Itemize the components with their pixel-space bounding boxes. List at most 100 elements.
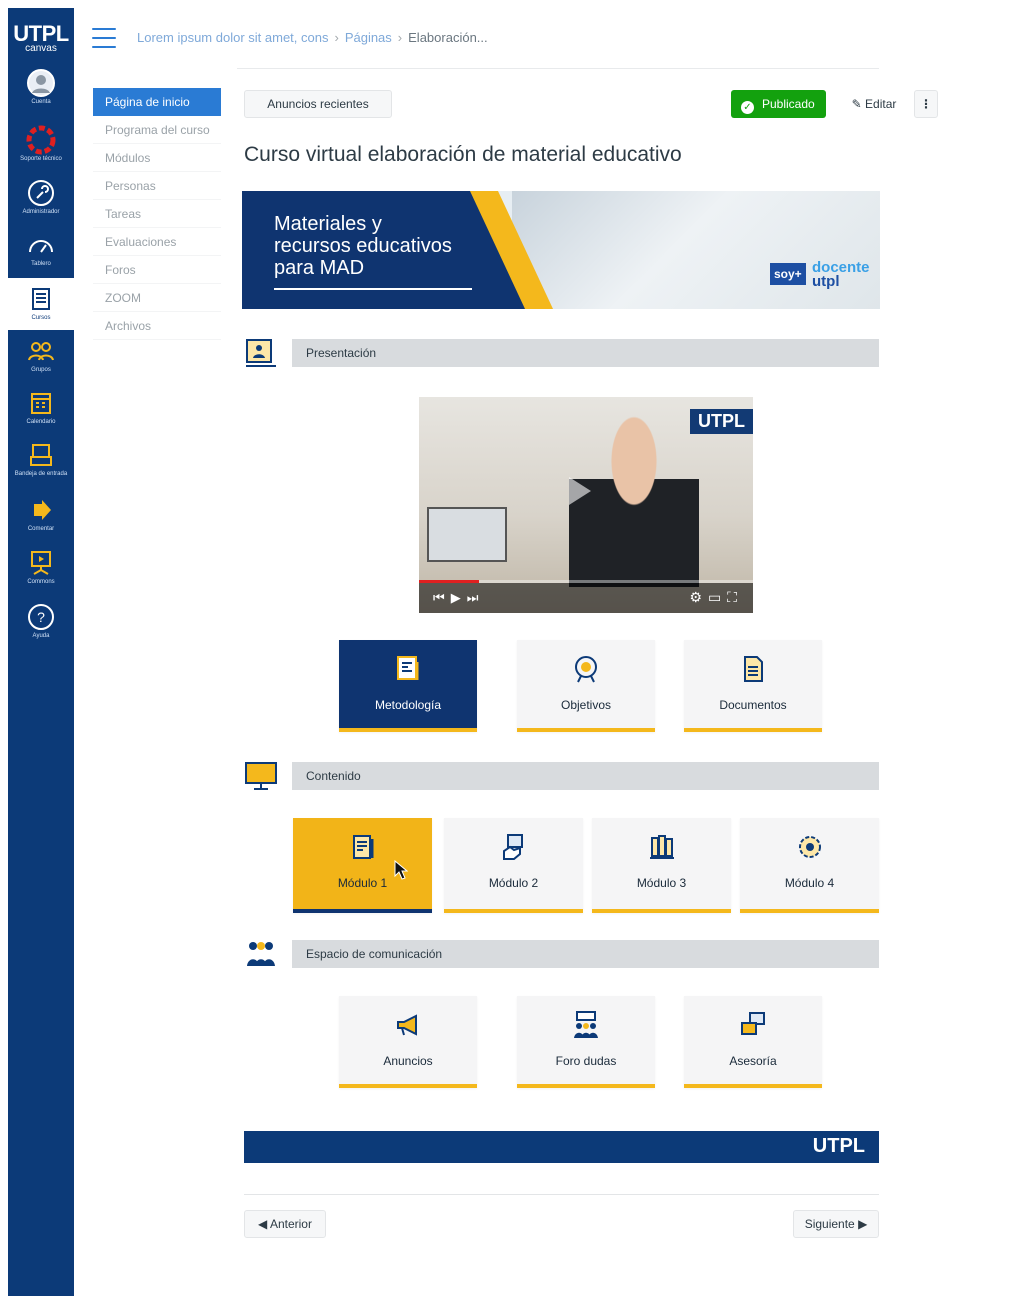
banner-photo: [512, 191, 880, 309]
tile-label: Foro dudas: [555, 1054, 617, 1068]
section-communication: Espacio de comunicación: [292, 940, 879, 968]
global-nav-commons[interactable]: Commons: [8, 548, 74, 586]
global-nav-calendar[interactable]: Calendario: [8, 388, 74, 426]
breadcrumb-separator-icon: ›: [397, 30, 403, 45]
tile-module-4[interactable]: Módulo 4: [740, 818, 879, 913]
course-nav-home[interactable]: Página de inicio: [93, 88, 221, 116]
forum-people-icon: [574, 1011, 598, 1038]
divider: [237, 68, 879, 69]
footer-brand: UTPL: [812, 1135, 865, 1157]
tile-advising[interactable]: Asesoría: [684, 996, 822, 1088]
global-nav-dashboard[interactable]: Tablero: [8, 230, 74, 268]
global-nav-label: Commons: [27, 579, 55, 585]
course-nav-quizzes[interactable]: Evaluaciones: [93, 228, 221, 256]
tile-documents[interactable]: Documentos: [684, 640, 822, 732]
module-books-icon: [649, 835, 674, 859]
tile-methodology[interactable]: Metodología: [339, 640, 477, 732]
module-book-icon: [352, 835, 373, 859]
global-nav-groups[interactable]: Grupos: [8, 336, 74, 374]
breadcrumb-current: Elaboración...: [408, 30, 488, 45]
footer-banner: UTPL: [244, 1131, 879, 1163]
tile-module-2[interactable]: Módulo 2: [444, 818, 583, 913]
banner-underline: [274, 288, 472, 290]
published-button[interactable]: ✓ Publicado: [731, 90, 826, 118]
video-controls: ⏮▶⏭ ⚙▭⛶: [419, 583, 753, 613]
course-nav-modules[interactable]: Módulos: [93, 144, 221, 172]
user-avatar-icon: [27, 69, 55, 97]
top-bar: Lorem ipsum dolor sit amet, cons › Páginas…: [74, 8, 1004, 70]
check-icon: ✓: [741, 101, 754, 114]
utpl-canvas-logo[interactable]: UTPL canvas: [8, 8, 74, 60]
section-title: Presentación: [306, 346, 377, 360]
pencil-icon: ✎: [851, 97, 866, 111]
next-label: Siguiente: [804, 1217, 855, 1231]
module-hand-icon: [502, 834, 523, 860]
tile-module-1[interactable]: Módulo 1: [293, 818, 432, 913]
tile-label: Objetivos: [560, 698, 612, 712]
next-button[interactable]: Siguiente ▶: [793, 1210, 879, 1238]
tile-label: Documentos: [719, 698, 787, 712]
global-nav-label: Bandeja de entrada: [14, 471, 68, 477]
tile-announcements[interactable]: Anuncios: [339, 996, 477, 1088]
course-nav-people[interactable]: Personas: [93, 172, 221, 200]
previous-label: Anterior: [269, 1217, 312, 1231]
edit-button[interactable]: ✎ Editar: [838, 90, 910, 118]
presentation-board-icon: [246, 339, 276, 367]
methodology-icon: [397, 656, 419, 680]
banner-line-3: para MAD: [274, 257, 365, 279]
course-nav-discussions[interactable]: Foros: [93, 256, 221, 284]
global-nav-comment[interactable]: Comentar: [8, 495, 74, 533]
caret-left-icon: ◀: [258, 1217, 270, 1231]
settings-fullscreen-icon[interactable]: ⚙▭⛶: [689, 589, 743, 606]
tile-label: Anuncios: [383, 1054, 433, 1068]
divider: [244, 1194, 879, 1195]
course-nav-assignments[interactable]: Tareas: [93, 200, 221, 228]
global-nav-label: Ayuda: [32, 633, 50, 639]
docente-badge: docente utpl: [812, 260, 870, 289]
banner-text: Materiales y recursos educativos para MA…: [274, 213, 484, 279]
communication-people-icon: [247, 942, 275, 966]
hamburger-menu-icon[interactable]: [92, 28, 116, 48]
published-label: Publicado: [762, 97, 815, 111]
global-nav-label: Calendario: [26, 419, 56, 425]
tile-objectives[interactable]: Objetivos: [517, 640, 655, 732]
global-nav-courses[interactable]: Cursos: [8, 278, 74, 330]
breadcrumb-course-link[interactable]: Lorem ipsum dolor sit amet, cons: [137, 30, 328, 45]
video-player[interactable]: UTPL ⏮▶⏭ ⚙▭⛶: [419, 397, 753, 613]
global-nav-label: Administrador: [22, 209, 60, 215]
breadcrumb: Lorem ipsum dolor sit amet, cons › Páginas…: [137, 30, 488, 45]
tile-label: Asesoría: [729, 1054, 777, 1068]
page-title: Curso virtual elaboración de material ed…: [244, 143, 682, 166]
megaphone-icon: [397, 1014, 417, 1036]
global-nav-support[interactable]: Soporte técnico: [8, 125, 74, 163]
course-nav: Página de inicio Programa del curso Módu…: [93, 88, 221, 340]
tile-label: Módulo 4: [784, 876, 835, 890]
course-nav-syllabus[interactable]: Programa del curso: [93, 116, 221, 144]
recent-announcements-button[interactable]: Anuncios recientes: [244, 90, 392, 118]
previous-button[interactable]: ◀ Anterior: [244, 1210, 326, 1238]
global-nav-account[interactable]: Cuenta: [8, 68, 74, 106]
global-nav-help[interactable]: ? Ayuda: [8, 602, 74, 640]
course-nav-zoom[interactable]: ZOOM: [93, 284, 221, 312]
page: UTPL canvas Cuenta Soporte técnico Admin…: [0, 0, 1012, 1296]
tile-module-3[interactable]: Módulo 3: [592, 818, 731, 913]
more-options-button[interactable]: ⋮: [914, 90, 938, 118]
global-nav-inbox[interactable]: Bandeja de entrada: [8, 440, 74, 478]
target-icon: [575, 656, 597, 683]
global-nav-admin[interactable]: Administrador: [8, 178, 74, 216]
tile-forum-questions[interactable]: Foro dudas: [517, 996, 655, 1088]
breadcrumb-separator-icon: ›: [334, 30, 339, 45]
groups-icon: [28, 342, 54, 361]
play-icon[interactable]: [569, 477, 591, 505]
banner-line-2: recursos educativos: [274, 235, 452, 257]
course-nav-files[interactable]: Archivos: [93, 312, 221, 340]
playback-controls-icon[interactable]: ⏮▶⏭: [433, 590, 484, 606]
course-banner: Materiales y recursos educativos para MA…: [242, 191, 880, 309]
global-nav-label: Cursos: [31, 315, 51, 321]
shield-key-icon: [28, 180, 54, 206]
global-nav-label: Comentar: [27, 526, 55, 532]
help-icon: ?: [28, 604, 54, 630]
global-nav-label: Tablero: [31, 261, 51, 267]
breadcrumb-pages-link[interactable]: Páginas: [345, 30, 392, 45]
book-icon: [32, 288, 50, 310]
